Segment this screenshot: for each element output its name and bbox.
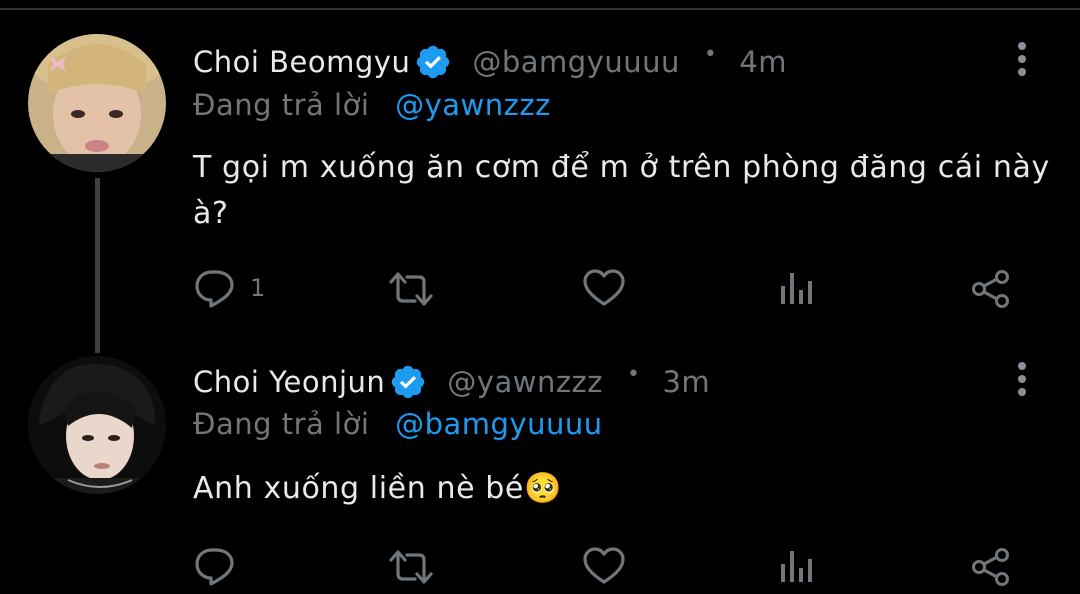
timestamp[interactable]: 3m [662, 365, 710, 399]
display-name[interactable]: Choi Beomgyu [193, 45, 410, 79]
tweet-text: Anh xuống liền nè bé🥺 [193, 471, 562, 506]
reply-count: 1 [250, 274, 266, 302]
separator-dot: • [703, 41, 718, 67]
like-button[interactable] [582, 546, 626, 586]
like-button[interactable] [582, 268, 626, 308]
verified-badge-icon [414, 43, 452, 81]
more-vertical-icon[interactable] [1012, 40, 1032, 80]
display-name[interactable]: Choi Yeonjun [193, 365, 385, 399]
verified-badge-icon [389, 363, 427, 401]
analytics-icon [781, 551, 812, 582]
timestamp[interactable]: 4m [739, 45, 787, 79]
retweet-icon [389, 550, 433, 584]
share-button[interactable] [970, 268, 1012, 310]
more-vertical-icon[interactable] [1012, 360, 1032, 400]
tweet-header: Choi Beomgyu @bamgyuuuu • 4m [193, 40, 787, 84]
avatar[interactable] [28, 34, 166, 172]
retweet-button[interactable] [387, 270, 435, 308]
separator-dot: • [627, 361, 641, 387]
user-handle[interactable]: @yawnzzz [447, 365, 603, 399]
replying-to-line: Đang trả lời @bamgyuuuu [193, 407, 603, 447]
heart-icon [583, 547, 625, 584]
reply-bubble-icon [195, 270, 234, 308]
views-button[interactable] [779, 270, 815, 306]
thread-connector-line [95, 178, 100, 353]
replying-to-label: Đang trả lời [193, 88, 370, 122]
heart-icon [583, 269, 625, 306]
replying-to-handle[interactable]: @bamgyuuuu [395, 407, 603, 441]
share-icon [972, 270, 1009, 308]
share-icon [972, 548, 1009, 586]
retweet-icon [389, 272, 433, 306]
reply-button[interactable] [194, 546, 250, 586]
tweet-text: T gọi m xuống ăn cơm để m ở trên phòng đ… [193, 150, 1050, 231]
replying-to-label: Đang trả lời [193, 407, 370, 441]
reply-bubble-icon [195, 548, 234, 586]
views-button[interactable] [779, 548, 815, 584]
reply-button[interactable]: 1 [194, 268, 265, 308]
user-handle[interactable]: @bamgyuuuu [472, 45, 680, 79]
replying-to-handle[interactable]: @yawnzzz [395, 88, 551, 122]
replying-to-line: Đang trả lời @yawnzzz [193, 88, 551, 128]
share-button[interactable] [970, 546, 1012, 588]
retweet-button[interactable] [387, 548, 435, 586]
tweet-header: Choi Yeonjun @yawnzzz • 3m [193, 360, 710, 404]
top-divider [0, 8, 1080, 10]
analytics-icon [781, 273, 812, 304]
avatar[interactable] [28, 356, 166, 494]
